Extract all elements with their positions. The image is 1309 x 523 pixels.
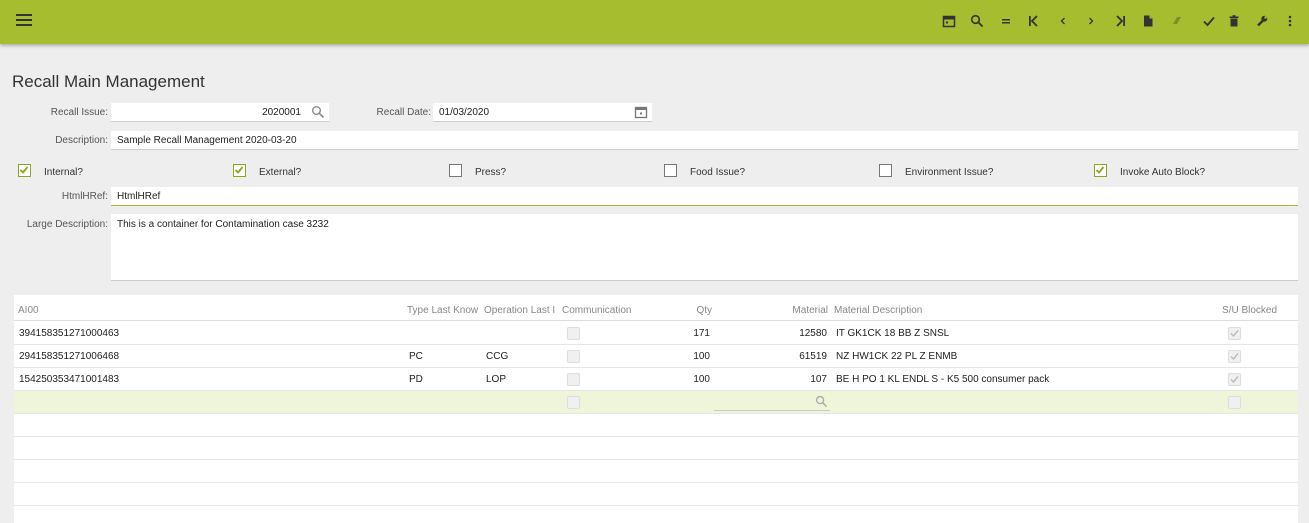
wrench-icon[interactable] [1252, 11, 1272, 31]
checkbox-label-1: External? [259, 167, 302, 178]
last-record-icon[interactable] [1110, 11, 1130, 31]
more-vert-icon[interactable] [1280, 11, 1300, 31]
recall-issue-field[interactable]: 2020001 [111, 103, 329, 122]
cell-material[interactable]: 107 [754, 374, 827, 385]
description-field[interactable]: Sample Recall Management 2020-03-20 [111, 131, 1298, 150]
cell-material-description[interactable]: NZ HW1CK 22 PL Z ENMB [836, 351, 1206, 362]
checkbox-label-4: Environment Issue? [905, 167, 994, 178]
cell-operation[interactable]: LOP [486, 374, 556, 385]
checkbox-label-3: Food Issue? [690, 167, 746, 178]
checkbox-1[interactable] [233, 164, 246, 177]
search-icon[interactable] [967, 11, 987, 31]
htmlhref-label: HtmlHRef: [61, 191, 108, 202]
table-row[interactable]: 154250353471001483 PD LOP 100 107 BE H PO 1 K… [14, 368, 1298, 391]
col-material-description[interactable]: Material Description [834, 305, 1194, 316]
cell-qty[interactable]: 171 [674, 328, 710, 339]
recall-items-grid: AI00 Type Last Know Operation Last I Com… [14, 295, 1298, 523]
large-description-value: This is a container for Contamination ca… [117, 219, 329, 230]
su-blocked-checkbox[interactable] [1228, 350, 1241, 363]
large-description-textarea[interactable]: This is a container for Contamination ca… [111, 214, 1298, 281]
table-row[interactable]: 394158351271000463 171 12580 IT GK1CK 18 BB… [14, 322, 1298, 345]
calendar-icon[interactable] [939, 11, 959, 31]
cell-qty[interactable]: 100 [674, 374, 710, 385]
large-description-label: Large Description: [26, 219, 108, 230]
checkbox-2[interactable] [449, 164, 462, 177]
htmlhref-value: HtmlHRef [117, 191, 161, 202]
empty-row [14, 460, 1298, 483]
cell-ai00[interactable]: 294158351271006468 [19, 351, 399, 362]
cell-type[interactable]: PD [409, 374, 479, 385]
col-operation[interactable]: Operation Last I [484, 305, 560, 316]
cell-type[interactable]: PC [409, 351, 479, 362]
material-lookup-field[interactable] [714, 393, 830, 411]
su-blocked-checkbox[interactable] [1228, 396, 1241, 409]
new-entry-row[interactable] [14, 391, 1298, 414]
checkbox-label-2: Press? [475, 167, 507, 178]
recall-date-label: Recall Date: [376, 107, 431, 118]
recall-date-field[interactable]: 01/03/2020 [433, 103, 652, 122]
delete-icon[interactable] [1224, 11, 1244, 31]
col-su-blocked[interactable]: S/U Blocked [1222, 305, 1292, 316]
cell-material[interactable]: 61519 [754, 351, 827, 362]
communication-checkbox[interactable] [567, 350, 580, 363]
new-document-icon[interactable] [1138, 11, 1158, 31]
previous-record-icon[interactable] [1053, 11, 1073, 31]
su-blocked-checkbox[interactable] [1228, 373, 1241, 386]
grid-header: AI00 Type Last Know Operation Last I Com… [14, 295, 1298, 321]
checkbox-label-0: Internal? [44, 167, 83, 178]
col-type[interactable]: Type Last Know [407, 305, 482, 316]
material-search-icon[interactable] [815, 395, 828, 408]
checkbox-label-5: Invoke Auto Block? [1120, 167, 1206, 178]
top-toolbar [0, 0, 1309, 44]
empty-row [14, 506, 1298, 523]
description-label: Description: [55, 135, 108, 146]
cell-operation[interactable]: CCG [486, 351, 556, 362]
checkbox-4[interactable] [879, 164, 892, 177]
first-record-icon[interactable] [1024, 11, 1044, 31]
eraser-icon[interactable] [1167, 11, 1187, 31]
description-value: Sample Recall Management 2020-03-20 [117, 135, 297, 146]
save-check-icon[interactable] [1199, 11, 1219, 31]
recall-issue-value: 2020001 [262, 107, 301, 118]
empty-row [14, 483, 1298, 506]
cell-ai00[interactable]: 154250353471001483 [19, 374, 399, 385]
htmlhref-field[interactable]: HtmlHRef [111, 187, 1298, 206]
communication-checkbox[interactable] [567, 373, 580, 386]
empty-row [14, 414, 1298, 437]
cell-material[interactable]: 12580 [754, 328, 827, 339]
lookup-search-icon[interactable] [311, 105, 325, 119]
cell-qty[interactable]: 100 [674, 351, 710, 362]
table-row[interactable]: 294158351271006468 PC CCG 100 61519 NZ HW1CK … [14, 345, 1298, 368]
next-record-icon[interactable] [1081, 11, 1101, 31]
communication-checkbox[interactable] [567, 327, 580, 340]
cell-ai00[interactable]: 394158351271000463 [19, 328, 399, 339]
cell-material-description[interactable]: BE H PO 1 KL ENDL S - K5 500 consumer pa… [836, 374, 1206, 385]
col-qty[interactable]: Qty [674, 305, 712, 316]
checkbox-0[interactable] [18, 164, 31, 177]
col-ai00[interactable]: AI00 [18, 305, 398, 316]
checkbox-5[interactable] [1094, 164, 1107, 177]
date-picker-icon[interactable] [634, 105, 648, 119]
su-blocked-checkbox[interactable] [1228, 327, 1241, 340]
equals-icon[interactable] [996, 11, 1016, 31]
page-title: Recall Main Management [12, 72, 205, 91]
recall-issue-label: Recall Issue: [50, 107, 108, 118]
col-material[interactable]: Material [754, 305, 828, 316]
communication-checkbox[interactable] [567, 396, 580, 409]
recall-date-value: 01/03/2020 [439, 107, 490, 118]
cell-material-description[interactable]: IT GK1CK 18 BB Z SNSL [836, 328, 1206, 339]
hamburger-menu-icon[interactable] [14, 11, 34, 31]
empty-row [14, 437, 1298, 460]
checkbox-3[interactable] [664, 164, 677, 177]
col-communication[interactable]: Communication [562, 305, 642, 316]
